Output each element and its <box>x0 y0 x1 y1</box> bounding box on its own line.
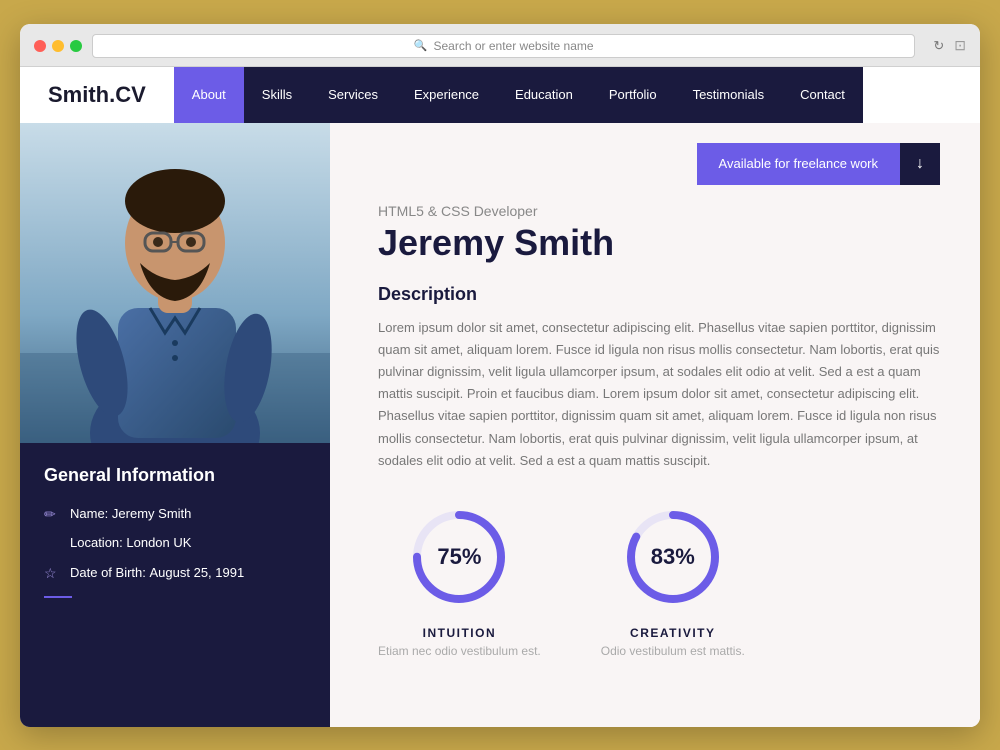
main-title: Jeremy Smith <box>378 223 940 263</box>
browser-window: 🔍 Search or enter website name ↻ ⊡ Smith… <box>20 24 980 727</box>
freelance-button[interactable]: Available for freelance work <box>697 143 900 185</box>
window-controls: ⊡ <box>954 37 966 54</box>
stat-creativity: 83% CREATIVITY Odio vestibulum est matti… <box>601 502 745 658</box>
developer-subtitle: HTML5 & CSS Developer <box>378 203 940 219</box>
info-location-row: ✏ Location: London UK <box>44 533 306 553</box>
content-area: Available for freelance work ↓ HTML5 & C… <box>330 123 980 727</box>
refresh-button[interactable]: ↻ <box>933 38 944 54</box>
freelance-label: Available for freelance work <box>719 156 878 171</box>
main-content: General Information ✏ Name: Jeremy Smith… <box>20 123 980 727</box>
close-button[interactable] <box>34 40 46 52</box>
nav-testimonials[interactable]: Testimonials <box>675 67 783 123</box>
creativity-circle: 83% <box>618 502 728 612</box>
name-value: Jeremy Smith <box>112 506 191 521</box>
download-button[interactable]: ↓ <box>900 143 940 185</box>
nav-experience[interactable]: Experience <box>396 67 497 123</box>
creativity-label: CREATIVITY <box>630 626 715 640</box>
intuition-desc: Etiam nec odio vestibulum est. <box>378 644 541 658</box>
sidebar: General Information ✏ Name: Jeremy Smith… <box>20 123 330 727</box>
location-value: London UK <box>126 535 191 550</box>
address-text: Search or enter website name <box>433 39 593 53</box>
address-bar[interactable]: 🔍 Search or enter website name <box>92 34 915 58</box>
info-name-row: ✏ Name: Jeremy Smith <box>44 504 306 524</box>
description-text: Lorem ipsum dolor sit amet, consectetur … <box>378 317 940 472</box>
nav-services[interactable]: Services <box>310 67 396 123</box>
info-name: Name: Jeremy Smith <box>70 504 191 524</box>
header: Smith.CV About Skills Services Experienc… <box>20 67 980 123</box>
intuition-value: 75% <box>437 544 481 570</box>
intuition-label: INTUITION <box>423 626 497 640</box>
maximize-button[interactable] <box>70 40 82 52</box>
nav-contact[interactable]: Contact <box>782 67 863 123</box>
browser-chrome: 🔍 Search or enter website name ↻ ⊡ <box>20 24 980 67</box>
traffic-lights <box>34 40 82 52</box>
sidebar-info: General Information ✏ Name: Jeremy Smith… <box>20 443 330 727</box>
nav-education[interactable]: Education <box>497 67 591 123</box>
info-dob-row: ☆ Date of Birth: August 25, 1991 <box>44 563 306 583</box>
creativity-value: 83% <box>651 544 695 570</box>
description-heading: Description <box>378 284 940 305</box>
intuition-circle: 75% <box>404 502 514 612</box>
creativity-desc: Odio vestibulum est mattis. <box>601 644 745 658</box>
logo: Smith.CV <box>20 67 174 123</box>
main-nav: About Skills Services Experience Educati… <box>174 67 863 123</box>
divider <box>44 596 72 598</box>
dob-value: August 25, 1991 <box>150 565 245 580</box>
profile-photo <box>20 123 330 443</box>
info-location: Location: London UK <box>70 533 191 553</box>
nav-portfolio[interactable]: Portfolio <box>591 67 675 123</box>
info-dob: Date of Birth: August 25, 1991 <box>70 563 244 583</box>
star-icon: ☆ <box>44 565 60 582</box>
download-icon: ↓ <box>916 155 924 172</box>
stats-section: 75% INTUITION Etiam nec odio vestibulum … <box>378 502 940 658</box>
stat-intuition: 75% INTUITION Etiam nec odio vestibulum … <box>378 502 541 658</box>
sidebar-heading: General Information <box>44 465 306 486</box>
minimize-button[interactable] <box>52 40 64 52</box>
edit-icon: ✏ <box>44 506 60 523</box>
search-icon: 🔍 <box>414 39 428 52</box>
nav-about[interactable]: About <box>174 67 244 123</box>
page: Smith.CV About Skills Services Experienc… <box>20 67 980 727</box>
nav-skills[interactable]: Skills <box>244 67 310 123</box>
top-bar: Available for freelance work ↓ <box>378 143 940 185</box>
